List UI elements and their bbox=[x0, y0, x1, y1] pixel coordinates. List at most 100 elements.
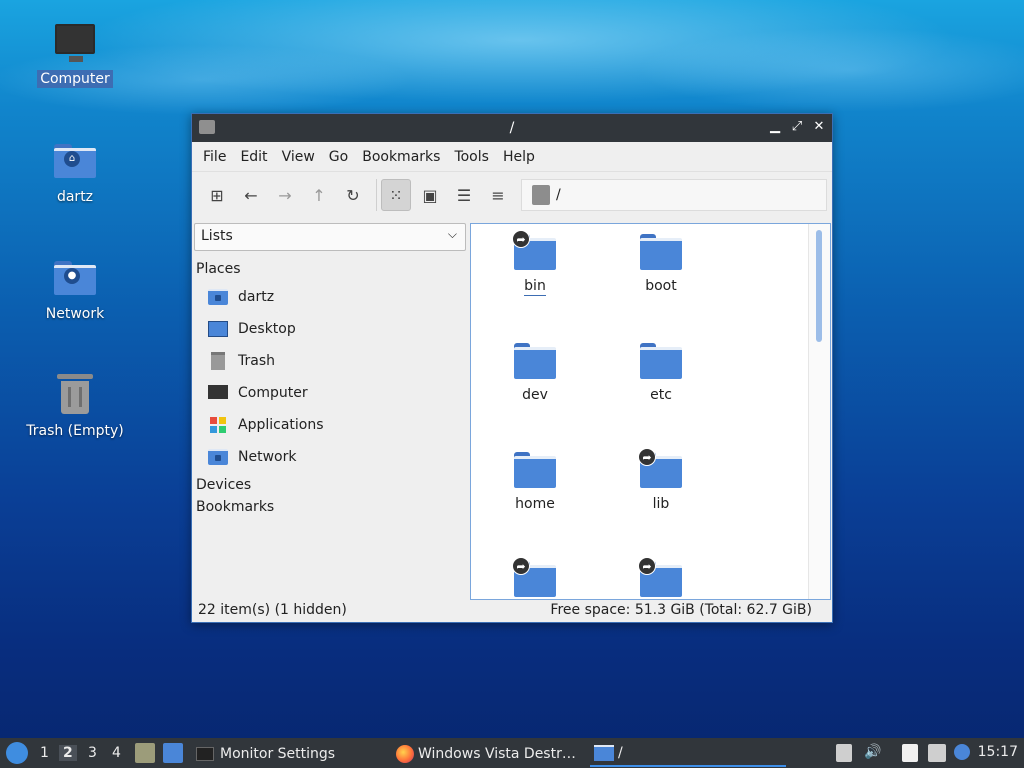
sidebar-item-trash[interactable]: Trash bbox=[194, 345, 466, 377]
close-icon[interactable]: ✕ bbox=[812, 119, 826, 135]
desktop-switch-2[interactable]: 2 bbox=[59, 745, 77, 761]
file-item-home[interactable]: home bbox=[485, 452, 585, 512]
folder-icon: ➦ bbox=[512, 230, 556, 270]
network-folder-icon: ● bbox=[51, 253, 99, 301]
task-label: Monitor Settings bbox=[220, 746, 336, 762]
new-tab-icon[interactable]: ⊞ bbox=[202, 179, 232, 211]
menu-tools[interactable]: Tools bbox=[447, 145, 496, 169]
desktop-icon-trash[interactable]: Trash (Empty) bbox=[20, 370, 130, 440]
sidebar-item-label: dartz bbox=[238, 289, 275, 305]
sidebar-group-devices[interactable]: Devices bbox=[194, 473, 466, 497]
symlink-icon: ➦ bbox=[638, 448, 656, 466]
file-item[interactable]: ➦ bbox=[485, 557, 585, 599]
detailed-list-view-icon[interactable]: ≡ bbox=[483, 179, 513, 211]
clock[interactable]: 15:17 bbox=[978, 744, 1018, 760]
menu-file[interactable]: File bbox=[196, 145, 233, 169]
file-item-dev[interactable]: dev bbox=[485, 343, 585, 403]
sidebar-item-network[interactable]: Network bbox=[194, 441, 466, 473]
file-item-label: etc bbox=[650, 387, 672, 403]
desktop-switch-1[interactable]: 1 bbox=[40, 745, 49, 761]
trash-icon bbox=[208, 352, 228, 370]
status-bar: 22 item(s) (1 hidden) Free space: 51.3 G… bbox=[192, 600, 832, 622]
folder-icon bbox=[640, 343, 682, 379]
file-view[interactable]: ➦ bin boot dev etc home ➦ lib ➦ ➦ bbox=[470, 223, 831, 600]
task-monitor-settings[interactable]: Monitor Settings bbox=[192, 741, 382, 767]
file-item-bin[interactable]: ➦ bin bbox=[485, 230, 585, 296]
network-icon[interactable] bbox=[928, 744, 946, 762]
computer-icon bbox=[51, 18, 99, 66]
folder-icon bbox=[594, 745, 614, 761]
scrollbar-thumb[interactable] bbox=[816, 230, 822, 342]
side-pane-mode-select[interactable]: Lists ⌵ bbox=[194, 223, 466, 251]
task-firefox[interactable]: Windows Vista Destr… bbox=[392, 741, 582, 767]
desktop-icon-computer[interactable]: Computer bbox=[20, 18, 130, 88]
desktop-icon-label: Trash (Empty) bbox=[26, 423, 124, 439]
compact-view-icon[interactable]: ☰ bbox=[449, 179, 479, 211]
desktop-switch-4[interactable]: 4 bbox=[112, 745, 121, 761]
chevron-down-icon: ⌵ bbox=[447, 227, 457, 241]
path-bar[interactable]: / bbox=[521, 179, 827, 211]
file-item-label: bin bbox=[524, 278, 546, 296]
desktop-icon-label: dartz bbox=[56, 189, 94, 205]
updates-icon[interactable] bbox=[836, 744, 852, 762]
start-menu-icon[interactable] bbox=[6, 742, 28, 764]
thumbnail-view-icon[interactable]: ▣ bbox=[415, 179, 445, 211]
path-text: / bbox=[556, 187, 561, 203]
file-item-etc[interactable]: etc bbox=[611, 343, 711, 403]
minimize-icon[interactable]: ▁ bbox=[768, 119, 782, 135]
menu-view[interactable]: View bbox=[275, 145, 322, 169]
sidebar: Places dartz Desktop Trash Computer Appl… bbox=[194, 257, 466, 602]
symlink-icon: ➦ bbox=[638, 557, 656, 575]
network-folder-icon bbox=[208, 448, 228, 466]
root-drive-icon bbox=[532, 185, 550, 205]
applications-icon bbox=[208, 416, 228, 434]
window-title: / bbox=[509, 120, 515, 136]
menu-go[interactable]: Go bbox=[322, 145, 355, 169]
sidebar-item-label: Applications bbox=[238, 417, 324, 433]
file-item-boot[interactable]: boot bbox=[611, 234, 711, 294]
desktop-icon bbox=[208, 320, 228, 338]
toolbar-separator bbox=[376, 179, 377, 211]
icon-view-icon[interactable]: ⁙ bbox=[381, 179, 411, 211]
window-titlebar[interactable]: / ▁ ⤢ ✕ bbox=[192, 114, 832, 142]
folder-icon: ➦ bbox=[638, 557, 682, 597]
desktop-icon-label: Network bbox=[45, 306, 105, 322]
sidebar-item-label: Computer bbox=[238, 385, 308, 401]
file-item-lib[interactable]: ➦ lib bbox=[611, 448, 711, 512]
desktop-icon-home[interactable]: ⌂ dartz bbox=[20, 136, 130, 206]
sidebar-item-desktop[interactable]: Desktop bbox=[194, 313, 466, 345]
notification-icon[interactable] bbox=[954, 744, 970, 760]
sidebar-group-bookmarks[interactable]: Bookmarks bbox=[194, 497, 466, 519]
vertical-scrollbar[interactable] bbox=[808, 224, 830, 599]
folder-icon bbox=[640, 234, 682, 270]
file-manager-launcher-icon[interactable] bbox=[135, 743, 155, 763]
toolbar: ⊞ ← → ↑ ↻ ⁙ ▣ ☰ ≡ / bbox=[192, 172, 832, 218]
menu-edit[interactable]: Edit bbox=[233, 145, 274, 169]
sidebar-item-home[interactable]: dartz bbox=[194, 281, 466, 313]
menu-bookmarks[interactable]: Bookmarks bbox=[355, 145, 447, 169]
task-label: / bbox=[618, 745, 623, 761]
clipboard-icon[interactable] bbox=[902, 744, 918, 762]
maximize-icon[interactable]: ⤢ bbox=[790, 119, 804, 135]
show-desktop-icon[interactable] bbox=[163, 743, 183, 763]
menu-help[interactable]: Help bbox=[496, 145, 542, 169]
up-arrow-icon[interactable]: ↑ bbox=[304, 179, 334, 211]
desktop-switch-3[interactable]: 3 bbox=[88, 745, 97, 761]
sidebar-item-computer[interactable]: Computer bbox=[194, 377, 466, 409]
file-item[interactable]: ➦ bbox=[611, 557, 711, 599]
folder-icon: ➦ bbox=[512, 557, 556, 597]
side-pane-mode-value: Lists bbox=[201, 228, 233, 244]
firefox-icon bbox=[396, 745, 414, 763]
free-space: Free space: 51.3 GiB (Total: 62.7 GiB) bbox=[550, 602, 812, 618]
task-file-manager[interactable]: / bbox=[590, 741, 786, 767]
back-arrow-icon[interactable]: ← bbox=[236, 179, 266, 211]
file-manager-window: / ▁ ⤢ ✕ File Edit View Go Bookmarks Tool… bbox=[191, 113, 833, 623]
sidebar-group-places[interactable]: Places bbox=[194, 257, 466, 281]
item-count: 22 item(s) (1 hidden) bbox=[198, 602, 347, 618]
sidebar-item-applications[interactable]: Applications bbox=[194, 409, 466, 441]
reload-icon[interactable]: ↻ bbox=[338, 179, 368, 211]
volume-icon[interactable]: 🔊 bbox=[864, 744, 881, 762]
forward-arrow-icon[interactable]: → bbox=[270, 179, 300, 211]
desktop-icon-network[interactable]: ● Network bbox=[20, 253, 130, 323]
file-item-label: dev bbox=[522, 387, 548, 403]
